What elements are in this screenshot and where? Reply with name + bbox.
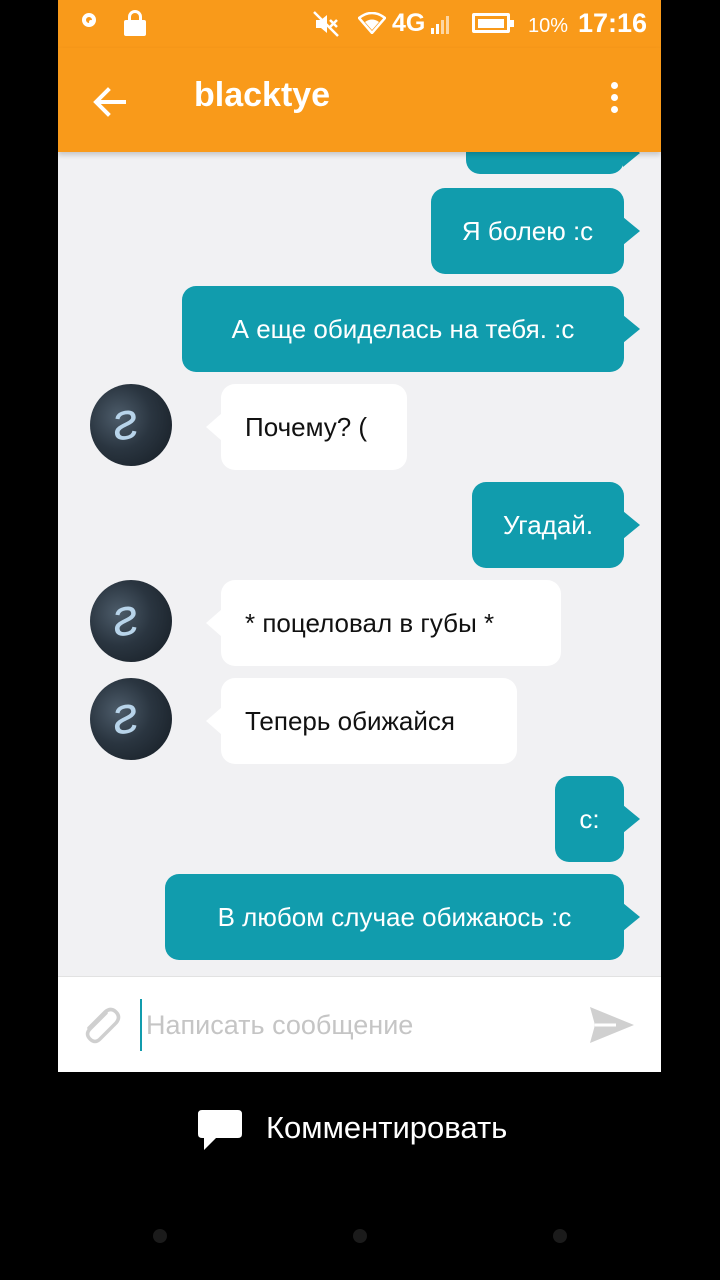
- chat-title: blacktye: [194, 76, 331, 114]
- message-bubble-outgoing: В любом случае обижаюсь :с: [165, 874, 640, 960]
- paperclip-icon[interactable]: [76, 1001, 124, 1049]
- message-bubble-incoming: Теперь обижайся: [206, 678, 517, 764]
- nav-recents-dot[interactable]: [553, 1229, 567, 1243]
- message-list[interactable]: Я болею :с А еще обиделась на тебя. :с П…: [58, 110, 661, 976]
- message-bubble-outgoing: Я болею :с: [431, 188, 640, 274]
- message-bubble-outgoing: с:: [555, 776, 640, 862]
- app-bar: blacktye: [58, 48, 661, 152]
- chat-screen: 4G 10% 17:16 blacktye Я болею :с А еще о…: [58, 0, 661, 1072]
- message-bubble-incoming: * поцеловал в губы *: [206, 580, 561, 666]
- wifi-icon: [358, 12, 386, 34]
- avatar[interactable]: [90, 384, 172, 466]
- message-composer: [58, 976, 661, 1072]
- send-icon[interactable]: [586, 999, 638, 1051]
- back-arrow-icon[interactable]: [88, 80, 132, 124]
- signal-icon: [431, 16, 449, 34]
- chat-bubble-icon: [198, 1110, 242, 1150]
- battery-percent: 10%: [528, 15, 569, 37]
- comment-label: Комментировать: [266, 1110, 508, 1145]
- status-bar: 4G 10% 17:16: [58, 0, 661, 48]
- lock-icon: [124, 10, 146, 36]
- message-input[interactable]: [140, 999, 568, 1051]
- battery-icon: [472, 13, 514, 33]
- nav-back-dot[interactable]: [153, 1229, 167, 1243]
- network-type: 4G: [392, 9, 426, 37]
- message-bubble-outgoing: Угадай.: [472, 482, 640, 568]
- avatar[interactable]: [90, 678, 172, 760]
- mute-icon: [313, 11, 339, 37]
- message-bubble-outgoing: А еще обиделась на тебя. :с: [182, 286, 640, 372]
- avatar[interactable]: [90, 580, 172, 662]
- message-bubble-incoming: Почему? (: [206, 384, 407, 470]
- nav-home-dot[interactable]: [353, 1229, 367, 1243]
- more-vertical-icon[interactable]: [602, 82, 626, 122]
- notification-circle-icon: [82, 13, 96, 27]
- clock: 17:16: [578, 8, 648, 38]
